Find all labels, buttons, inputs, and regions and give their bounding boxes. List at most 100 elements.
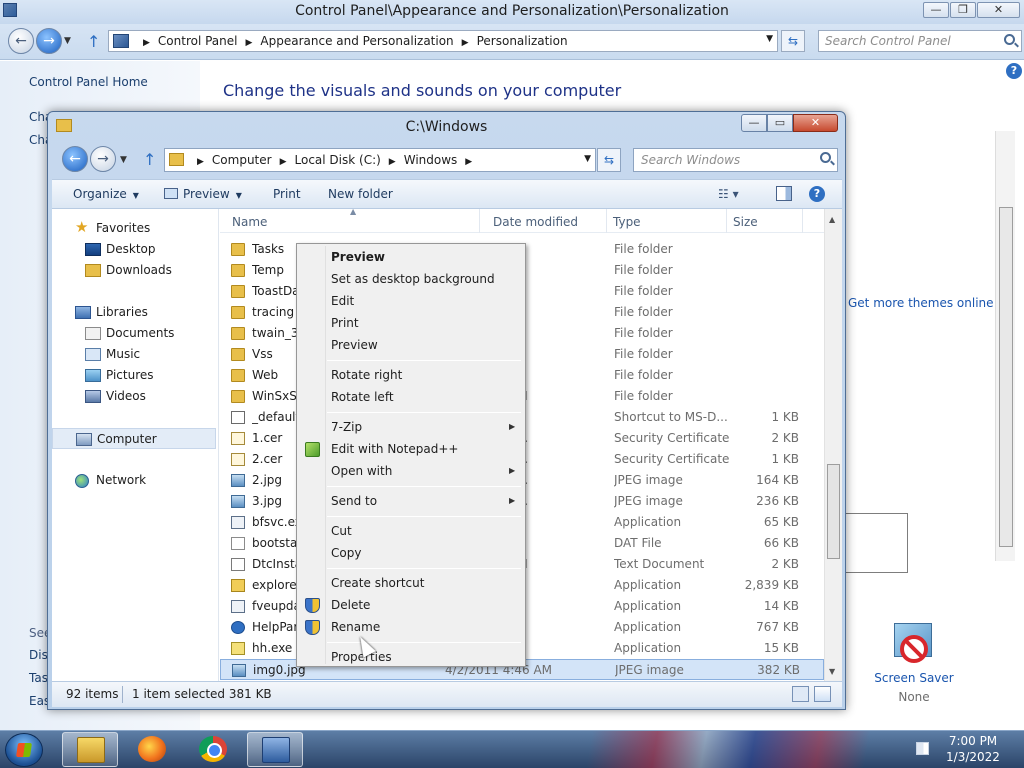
chevron-right-icon[interactable]: ▶: [280, 157, 287, 167]
screen-saver-icon[interactable]: [890, 621, 938, 669]
search-icon[interactable]: [1004, 34, 1015, 45]
close-button[interactable]: ✕: [977, 2, 1020, 18]
control-panel-address-bar[interactable]: ▶ Control Panel ▶ Appearance and Personaliz…: [108, 30, 778, 52]
column-header-date[interactable]: Date modified: [493, 215, 578, 229]
nav-music[interactable]: Music: [52, 344, 216, 365]
column-header-name[interactable]: Name: [232, 215, 267, 229]
nav-downloads[interactable]: Downloads: [52, 260, 216, 281]
help-icon[interactable]: ?: [809, 186, 825, 202]
help-icon[interactable]: ?: [1006, 63, 1022, 79]
screen-saver-label[interactable]: Screen Saver: [870, 671, 958, 685]
nav-network[interactable]: Network: [52, 470, 216, 491]
breadcrumb-appearance[interactable]: Appearance and Personalization: [260, 34, 453, 48]
history-dropdown-icon[interactable]: ▼: [64, 36, 71, 46]
scrollbar-thumb[interactable]: [999, 207, 1013, 547]
preview-button[interactable]: Preview ▼: [164, 187, 242, 201]
column-divider[interactable]: [479, 209, 480, 233]
breadcrumb-control-panel[interactable]: Control Panel: [158, 34, 238, 48]
explorer-search-box[interactable]: [633, 148, 838, 172]
restore-button[interactable]: ❐: [950, 2, 976, 18]
search-icon[interactable]: [820, 152, 831, 163]
action-center-flag-icon[interactable]: [916, 742, 929, 755]
large-icons-view-icon[interactable]: [814, 686, 831, 702]
nav-computer[interactable]: Computer: [52, 428, 216, 449]
menu-item-copy[interactable]: Copy: [299, 542, 523, 564]
themes-scrollbar[interactable]: [995, 131, 1015, 561]
refresh-button[interactable]: ⇆: [781, 30, 805, 52]
details-view-icon[interactable]: [792, 686, 809, 702]
explorer-refresh-button[interactable]: ⇆: [597, 148, 621, 172]
explorer-close-button[interactable]: ✕: [793, 114, 838, 132]
chevron-right-icon[interactable]: ▶: [389, 157, 396, 167]
menu-item-set-desktop-background[interactable]: Set as desktop background: [299, 268, 523, 290]
menu-item-preview-default[interactable]: Preview: [299, 246, 523, 268]
explorer-address-bar[interactable]: ▶ Computer ▶ Local Disk (C:) ▶ Windows ▶ ▼: [164, 148, 596, 172]
nav-documents[interactable]: Documents: [52, 323, 216, 344]
column-divider[interactable]: [726, 209, 727, 233]
up-arrow-icon[interactable]: ↑: [143, 150, 156, 169]
new-folder-button[interactable]: New folder: [328, 187, 393, 201]
taskbar-explorer-button[interactable]: [62, 732, 118, 767]
column-header-type[interactable]: Type: [613, 215, 641, 229]
chevron-down-icon[interactable]: ▼: [584, 154, 591, 164]
menu-item-send-to[interactable]: Send to ▶: [299, 490, 523, 512]
explorer-search-input[interactable]: [634, 149, 814, 171]
chevron-right-icon[interactable]: ▶: [462, 38, 469, 48]
menu-item-rename[interactable]: Rename: [299, 616, 523, 638]
clock-time[interactable]: 7:00 PM: [938, 734, 1008, 748]
menu-item-7zip[interactable]: 7-Zip ▶: [299, 416, 523, 438]
control-panel-home-link[interactable]: Control Panel Home: [29, 75, 148, 89]
explorer-maximize-button[interactable]: ▭: [767, 114, 793, 132]
clock-date[interactable]: 1/3/2022: [938, 750, 1008, 764]
nav-pictures[interactable]: Pictures: [52, 365, 216, 386]
nav-libraries[interactable]: Libraries: [52, 302, 216, 323]
start-button[interactable]: [5, 733, 43, 767]
chevron-right-icon[interactable]: ▶: [143, 38, 150, 48]
menu-item-rotate-right[interactable]: Rotate right: [299, 364, 523, 386]
taskbar-chrome-button[interactable]: [185, 732, 241, 767]
breadcrumb-windows[interactable]: Windows: [404, 153, 458, 167]
print-button[interactable]: Print: [273, 187, 301, 201]
taskbar-control-panel-button[interactable]: [247, 732, 303, 767]
menu-item-rotate-left[interactable]: Rotate left: [299, 386, 523, 408]
control-panel-titlebar[interactable]: Control Panel\Appearance and Personaliza…: [0, 0, 1024, 24]
history-dropdown-icon[interactable]: ▼: [120, 155, 127, 165]
nav-favorites[interactable]: ★ Favorites: [52, 218, 216, 239]
menu-item-edit-notepad[interactable]: Edit with Notepad++: [299, 438, 523, 460]
explorer-back-button[interactable]: ←: [62, 146, 88, 172]
back-button[interactable]: ←: [8, 28, 34, 54]
scroll-down-icon[interactable]: ▼: [829, 667, 835, 676]
organize-button[interactable]: Organize ▼: [73, 187, 139, 201]
menu-item-properties[interactable]: Properties: [299, 646, 523, 668]
chevron-right-icon[interactable]: ▶: [197, 157, 204, 167]
menu-item-preview[interactable]: Preview: [299, 334, 523, 356]
menu-item-cut[interactable]: Cut: [299, 520, 523, 542]
column-divider[interactable]: [802, 209, 803, 233]
chevron-right-icon[interactable]: ▶: [465, 157, 472, 167]
control-panel-search-box[interactable]: [818, 30, 1022, 52]
column-divider[interactable]: [606, 209, 607, 233]
minimize-button[interactable]: —: [923, 2, 949, 18]
control-panel-search-input[interactable]: [819, 31, 999, 51]
breadcrumb-personalization[interactable]: Personalization: [477, 34, 568, 48]
column-header-size[interactable]: Size: [733, 215, 758, 229]
menu-item-create-shortcut[interactable]: Create shortcut: [299, 572, 523, 594]
scrollbar-thumb[interactable]: [827, 464, 840, 559]
taskbar-firefox-button[interactable]: [124, 732, 180, 767]
screen-saver-setting[interactable]: Screen Saver None: [870, 621, 958, 704]
nav-videos[interactable]: Videos: [52, 386, 216, 407]
menu-item-print[interactable]: Print: [299, 312, 523, 334]
explorer-forward-button[interactable]: →: [90, 146, 116, 172]
menu-item-open-with[interactable]: Open with ▶: [299, 460, 523, 482]
menu-item-delete[interactable]: Delete: [299, 594, 523, 616]
chevron-down-icon[interactable]: ▼: [766, 34, 773, 44]
preview-pane-icon[interactable]: [776, 186, 792, 201]
breadcrumb-computer[interactable]: Computer: [212, 153, 272, 167]
get-more-themes-link[interactable]: Get more themes online: [848, 296, 994, 310]
breadcrumb-local-disk[interactable]: Local Disk (C:): [295, 153, 381, 167]
view-options-icon[interactable]: ☷ ▾: [718, 187, 739, 201]
nav-desktop[interactable]: Desktop: [52, 239, 216, 260]
chevron-right-icon[interactable]: ▶: [246, 38, 253, 48]
up-arrow-icon[interactable]: ↑: [87, 32, 100, 51]
theme-preview-box[interactable]: [840, 513, 908, 573]
